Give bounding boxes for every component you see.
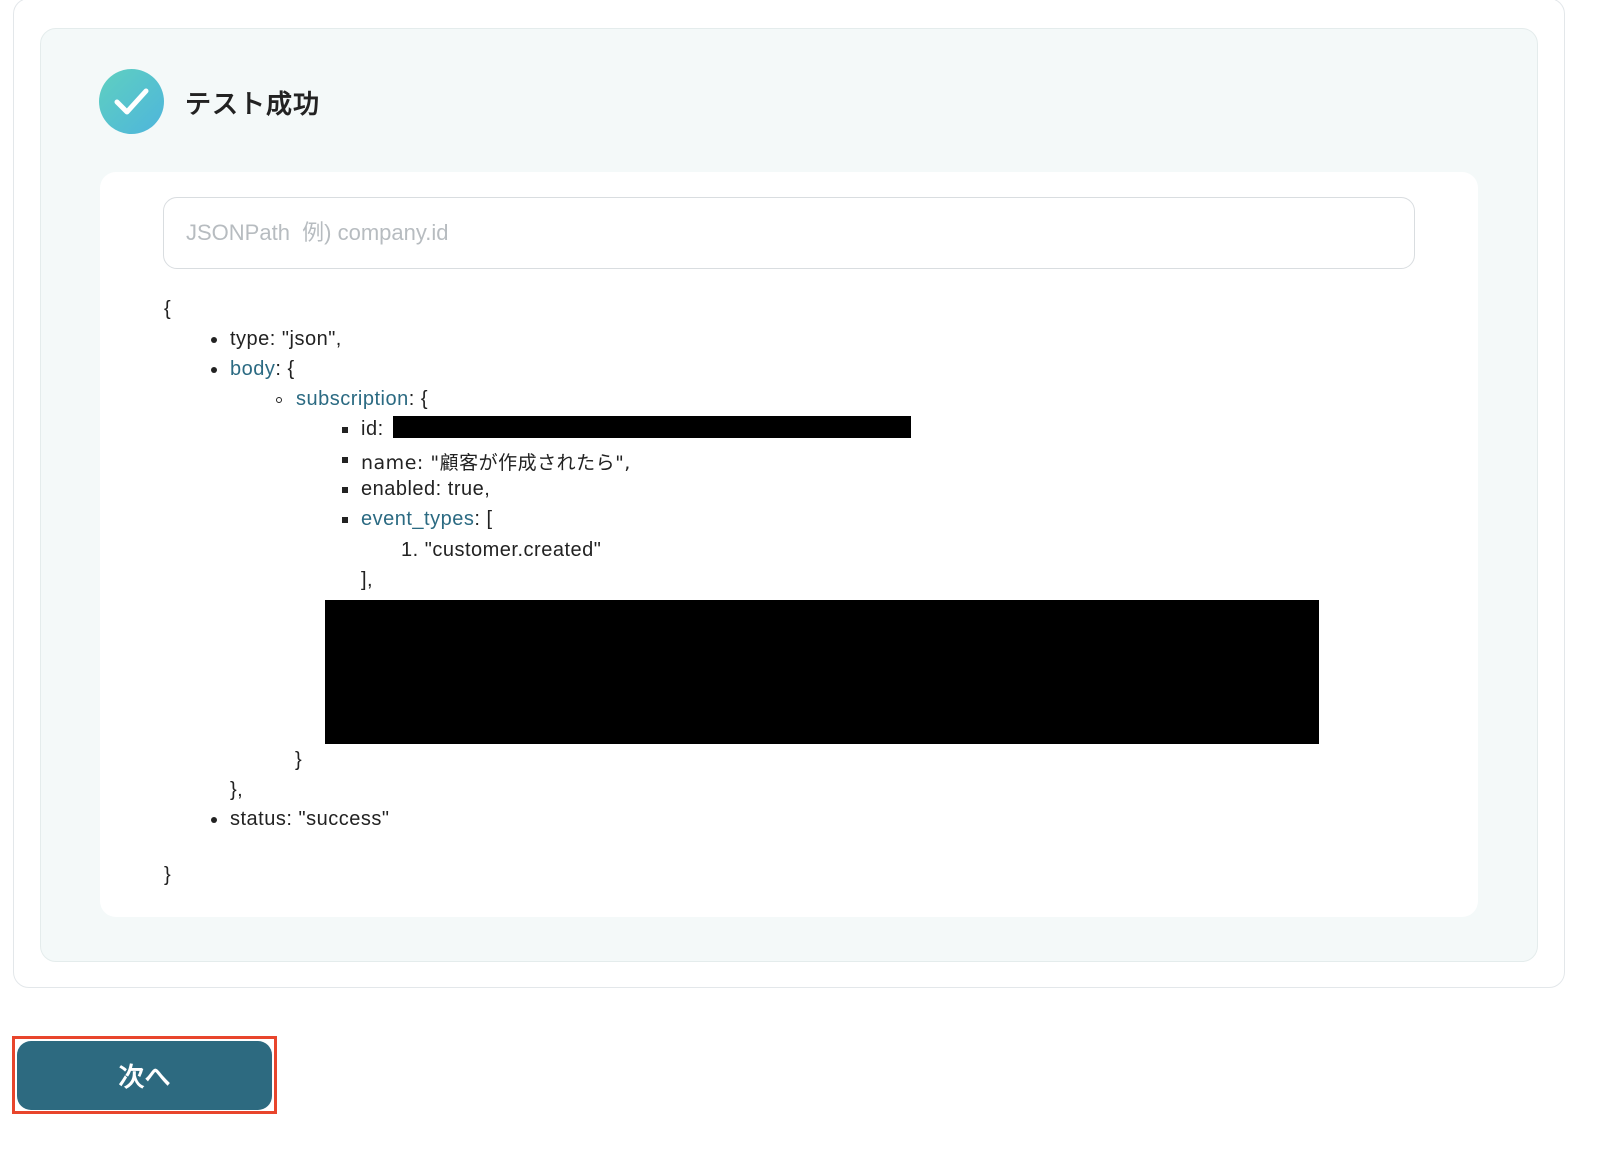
bullet (342, 427, 348, 433)
json-body-key[interactable]: body (230, 358, 275, 380)
check-circle-icon (99, 69, 164, 134)
json-event-item: 1. "customer.created" (401, 539, 602, 561)
json-subscription-line: subscription: { (296, 388, 428, 411)
json-body-line: body: { (230, 358, 295, 381)
json-event-types-key[interactable]: event_types (361, 508, 474, 530)
json-open-brace: { (164, 298, 172, 320)
jsonpath-input[interactable] (163, 197, 1415, 269)
json-type-line: type: "json", (230, 328, 342, 350)
json-close-brace: } (164, 864, 172, 886)
json-name-line: name: "顧客が作成されたら", (361, 452, 631, 474)
json-event-types-line: event_types: [ (361, 508, 493, 531)
bullet (211, 337, 217, 343)
bullet (211, 817, 217, 823)
json-event-types-suffix: : [ (474, 508, 493, 530)
json-event-types-close: ], (361, 569, 374, 591)
json-enabled-line: enabled: true, (361, 478, 491, 500)
test-success-title: テスト成功 (185, 90, 321, 120)
bullet (276, 397, 282, 403)
next-button[interactable]: 次へ (17, 1041, 272, 1110)
redacted-block (325, 600, 1319, 744)
json-subscription-suffix: : { (408, 388, 429, 410)
json-body-suffix: : { (275, 358, 295, 380)
json-status-line: status: "success" (230, 808, 390, 830)
json-body-close: }, (230, 779, 244, 801)
bullet (342, 487, 348, 493)
bullet (342, 457, 348, 463)
json-result-box (100, 172, 1478, 917)
json-subscription-key[interactable]: subscription (296, 388, 409, 410)
bullet (211, 367, 217, 373)
bullet (342, 517, 348, 523)
json-subscription-close: } (295, 749, 303, 771)
json-id-label: id: (361, 418, 384, 440)
redacted-id (393, 416, 911, 438)
